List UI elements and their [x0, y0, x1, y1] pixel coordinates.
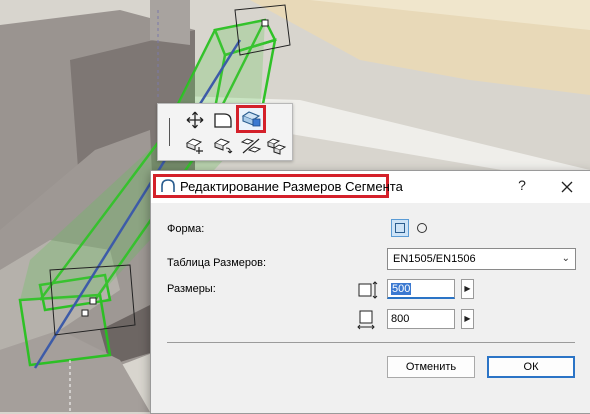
- close-icon: [561, 181, 573, 193]
- size-table-value: EN1505/EN1506: [393, 253, 476, 265]
- circle-shape-icon: [417, 223, 427, 233]
- duplicate-icon: [266, 138, 287, 155]
- split-icon: [213, 138, 233, 154]
- close-button[interactable]: [555, 176, 579, 198]
- edit-segment-size-icon: [241, 111, 261, 127]
- height-input[interactable]: 800: [387, 309, 455, 329]
- duct-segment-icon: [160, 177, 176, 195]
- width-input[interactable]: 500: [387, 279, 455, 299]
- dialog-title-highlight: Редактирование Размеров Сегмента: [153, 174, 403, 198]
- height-value: 800: [391, 313, 410, 325]
- reshape-icon: [240, 138, 262, 154]
- rotate-button[interactable]: [182, 134, 208, 158]
- dialog-titlebar[interactable]: Редактирование Размеров Сегмента ?: [151, 171, 590, 203]
- offset-icon: [214, 113, 232, 128]
- reshape-button[interactable]: [238, 134, 264, 158]
- cancel-button[interactable]: Отменить: [387, 356, 475, 378]
- move-button[interactable]: [182, 108, 208, 132]
- size-table-label: Таблица Размеров:: [167, 257, 267, 269]
- height-stepper[interactable]: ▶: [461, 309, 474, 329]
- offset-button[interactable]: [210, 108, 236, 132]
- shape-rectangular-option[interactable]: [391, 219, 409, 237]
- split-button[interactable]: [210, 134, 236, 158]
- sizes-label: Размеры:: [167, 283, 216, 295]
- duplicate-button[interactable]: [264, 134, 290, 158]
- shape-round-option[interactable]: [415, 221, 429, 235]
- help-button[interactable]: ?: [511, 177, 533, 197]
- dimension-width-icon: [358, 281, 378, 299]
- width-stepper[interactable]: ▶: [461, 279, 474, 299]
- edit-segment-size-button[interactable]: [236, 105, 266, 133]
- move-icon: [186, 111, 204, 129]
- rotate-icon: [185, 138, 203, 154]
- dimension-height-icon: [357, 310, 375, 330]
- ok-button[interactable]: ОК: [487, 356, 575, 378]
- dialog-separator: [167, 342, 575, 343]
- pet-palette: [157, 103, 293, 161]
- width-value: 500: [391, 283, 412, 295]
- palette-divider: [169, 118, 170, 146]
- size-table-select[interactable]: EN1505/EN1506 ⌄: [387, 248, 576, 270]
- dialog-title: Редактирование Размеров Сегмента: [180, 178, 403, 194]
- chevron-down-icon: ⌄: [561, 253, 570, 264]
- shape-label: Форма:: [167, 223, 205, 235]
- rectangle-shape-icon: [395, 223, 405, 233]
- edit-segment-size-dialog: Редактирование Размеров Сегмента ? Форма…: [150, 170, 590, 414]
